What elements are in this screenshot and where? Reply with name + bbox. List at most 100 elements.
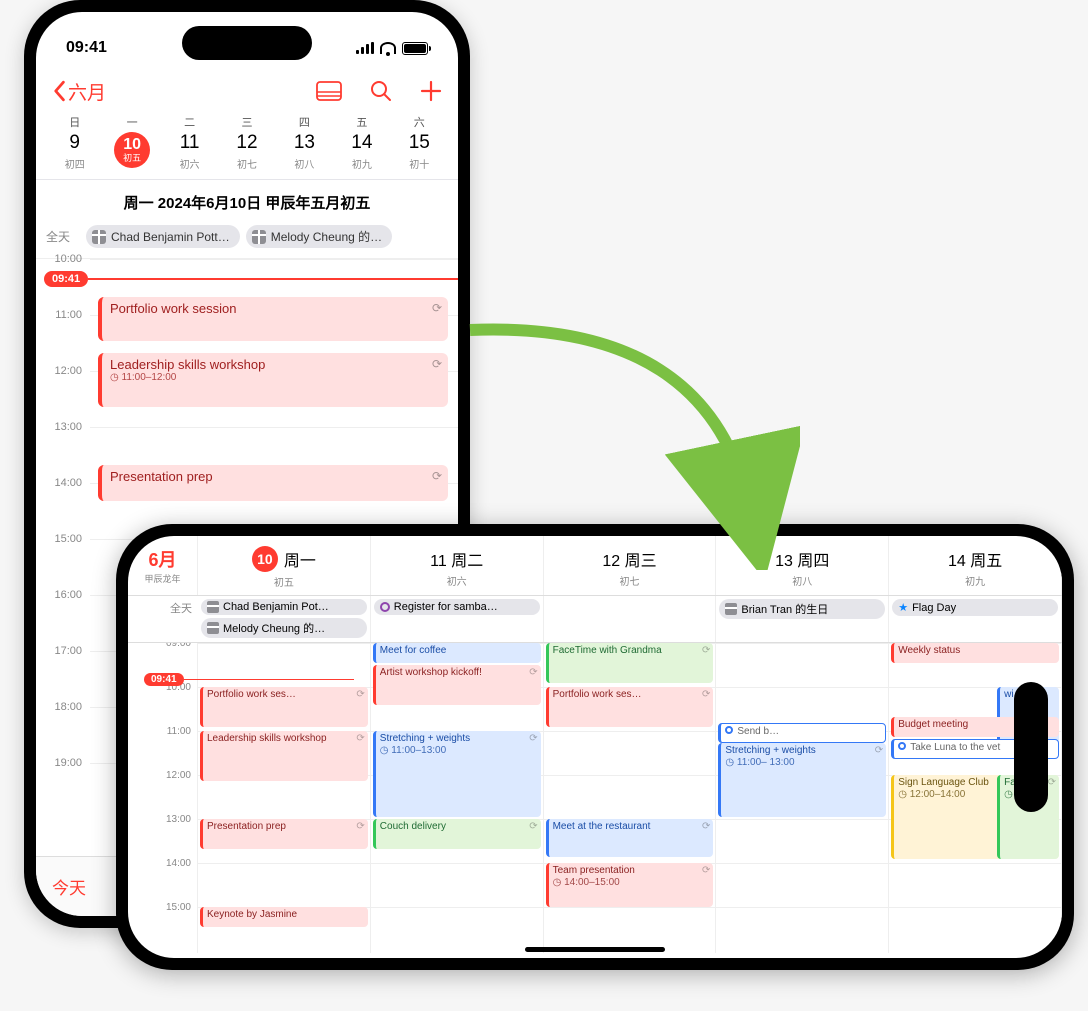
hour-label: 19:00 <box>36 757 90 813</box>
gift-icon <box>725 603 737 615</box>
hour-label: 14:00 <box>36 477 90 533</box>
allday-cell: Register for samba… <box>371 596 544 642</box>
day-cell[interactable]: 15初十 <box>391 132 448 171</box>
time-gutter: 09:0010:0011:0012:0013:0014:0015:00 <box>128 643 198 953</box>
gift-icon <box>207 622 219 634</box>
allday-cell: Brian Tran 的生日 <box>716 596 889 642</box>
back-button[interactable]: 六月 <box>52 78 106 105</box>
status-time: 09:41 <box>66 39 107 57</box>
recur-icon: ⟳ <box>356 733 364 745</box>
day-header[interactable]: 14 周五初九 <box>889 536 1062 595</box>
weekday-label: 四 <box>276 114 333 130</box>
hour-label: 12:00 <box>36 365 90 421</box>
recur-icon: ⟳ <box>432 469 442 483</box>
day-cell[interactable]: 13初八 <box>276 132 333 171</box>
recur-icon: ⟳ <box>529 821 537 833</box>
event[interactable]: Portfolio work session⟳ <box>98 297 448 341</box>
notch <box>1014 682 1048 812</box>
gift-icon <box>207 601 219 613</box>
today-button[interactable]: 今天 <box>52 874 86 899</box>
now-indicator: 09:41 <box>144 673 184 686</box>
event[interactable]: Couch delivery⟳ <box>373 819 541 849</box>
battery-icon <box>402 42 428 55</box>
gift-icon <box>252 230 266 244</box>
allday-chip[interactable]: Melody Cheung 的… <box>201 618 367 638</box>
event[interactable]: Portfolio work ses…⟳ <box>200 687 368 727</box>
recur-icon: ⟳ <box>356 689 364 701</box>
event[interactable]: Meet for coffee <box>373 643 541 663</box>
list-toggle-button[interactable] <box>316 81 342 101</box>
add-button[interactable] <box>420 80 442 102</box>
event[interactable]: Presentation prep⟳ <box>200 819 368 849</box>
day-cell[interactable]: 14初九 <box>333 132 390 171</box>
day-header[interactable]: 10周一初五 <box>198 536 371 595</box>
allday-chip[interactable]: Chad Benjamin Pott… <box>86 225 240 248</box>
event[interactable]: Keynote by Jasmine <box>200 907 368 927</box>
week-header: 6月甲辰龙年10周一初五11 周二初六12 周三初七13 周四初八14 周五初九 <box>128 536 1062 596</box>
weekday-label: 五 <box>333 114 390 130</box>
week-grid[interactable]: 09:0010:0011:0012:0013:0014:0015:0009:41… <box>128 643 1062 953</box>
day-column[interactable]: FaceTime with Grandma⟳Portfolio work ses… <box>544 643 717 953</box>
day-column[interactable]: Send b…Stretching + weights◷ 11:00– 13:0… <box>716 643 889 953</box>
weekday-label: 三 <box>218 114 275 130</box>
day-picker[interactable]: 9初四10初五11初六12初七13初八14初九15初十 <box>36 130 458 180</box>
day-column[interactable]: Portfolio work ses…⟳Leadership skills wo… <box>198 643 371 953</box>
nav-bar: 六月 <box>36 66 458 114</box>
hour-label: 15:00 <box>36 533 90 589</box>
day-cell[interactable]: 9初四 <box>46 132 103 171</box>
allday-cell: ★Flag Day <box>889 596 1062 642</box>
recur-icon: ⟳ <box>1048 777 1056 789</box>
recur-icon: ⟳ <box>356 821 364 833</box>
day-cell[interactable]: 10初五 <box>103 132 160 171</box>
now-indicator: 09:41 <box>44 271 88 287</box>
allday-chip[interactable]: Chad Benjamin Pot… <box>201 599 367 615</box>
allday-row: 全天Chad Benjamin Pot… Melody Cheung 的… Regi… <box>128 596 1062 643</box>
recur-icon: ⟳ <box>702 821 710 833</box>
day-cell[interactable]: 11初六 <box>161 132 218 171</box>
recur-icon: ⟳ <box>702 645 710 657</box>
date-title: 周一 2024年6月10日 甲辰年五月初五 <box>36 180 458 223</box>
recur-icon: ⟳ <box>432 301 442 315</box>
search-button[interactable] <box>370 80 392 102</box>
phone-landscape: 6月甲辰龙年10周一初五11 周二初六12 周三初七13 周四初八14 周五初九… <box>116 524 1074 970</box>
allday-row: 全天 Chad Benjamin Pott… Melody Cheung 的… <box>36 223 458 259</box>
day-header[interactable]: 11 周二初六 <box>371 536 544 595</box>
weekday-label: 二 <box>161 114 218 130</box>
allday-chip[interactable]: Brian Tran 的生日 <box>719 599 885 619</box>
allday-chip[interactable]: ★Flag Day <box>892 599 1058 616</box>
day-header[interactable]: 13 周四初八 <box>716 536 889 595</box>
hour-label: 16:00 <box>36 589 90 645</box>
gift-icon <box>92 230 106 244</box>
recur-icon: ⟳ <box>702 865 710 877</box>
day-column[interactable]: Meet for coffeeArtist workshop kickoff!⟳… <box>371 643 544 953</box>
recur-icon: ⟳ <box>529 733 537 745</box>
event[interactable]: Stretching + weights◷ 11:00–13:00⟳ <box>373 731 541 817</box>
event[interactable]: Presentation prep⟳ <box>98 465 448 501</box>
weekday-label: 日 <box>46 114 103 130</box>
event[interactable]: Stretching + weights◷ 11:00– 13:00⟳ <box>718 743 886 817</box>
weekday-header: 日一二三四五六 <box>36 114 458 130</box>
recur-icon: ⟳ <box>875 745 883 757</box>
day-cell[interactable]: 12初七 <box>218 132 275 171</box>
circle-icon <box>380 602 390 612</box>
event[interactable]: Leadership skills workshop⟳ <box>200 731 368 781</box>
event[interactable]: Team presentation◷ 14:00–15:00⟳ <box>546 863 714 907</box>
hour-label: 11:00 <box>36 309 90 365</box>
allday-label: 全天 <box>46 228 80 245</box>
wifi-icon <box>380 42 396 54</box>
day-header[interactable]: 12 周三初七 <box>544 536 717 595</box>
event[interactable]: Send b… <box>718 723 886 743</box>
event[interactable]: Meet at the restaurant⟳ <box>546 819 714 857</box>
event[interactable]: Leadership skills workshop◷ 11:00–12:00⟳ <box>98 353 448 407</box>
allday-cell <box>544 596 717 642</box>
allday-label: 全天 <box>128 596 198 642</box>
month-label[interactable]: 6月甲辰龙年 <box>128 536 198 595</box>
hour-label: 18:00 <box>36 701 90 757</box>
allday-chip[interactable]: Melody Cheung 的… <box>246 225 392 248</box>
recur-icon: ⟳ <box>432 357 442 371</box>
cellular-icon <box>356 42 374 54</box>
event[interactable]: Weekly status <box>891 643 1059 663</box>
weekday-label: 一 <box>103 114 160 130</box>
allday-chip[interactable]: Register for samba… <box>374 599 540 615</box>
event[interactable]: Portfolio work ses…⟳ <box>546 687 714 727</box>
